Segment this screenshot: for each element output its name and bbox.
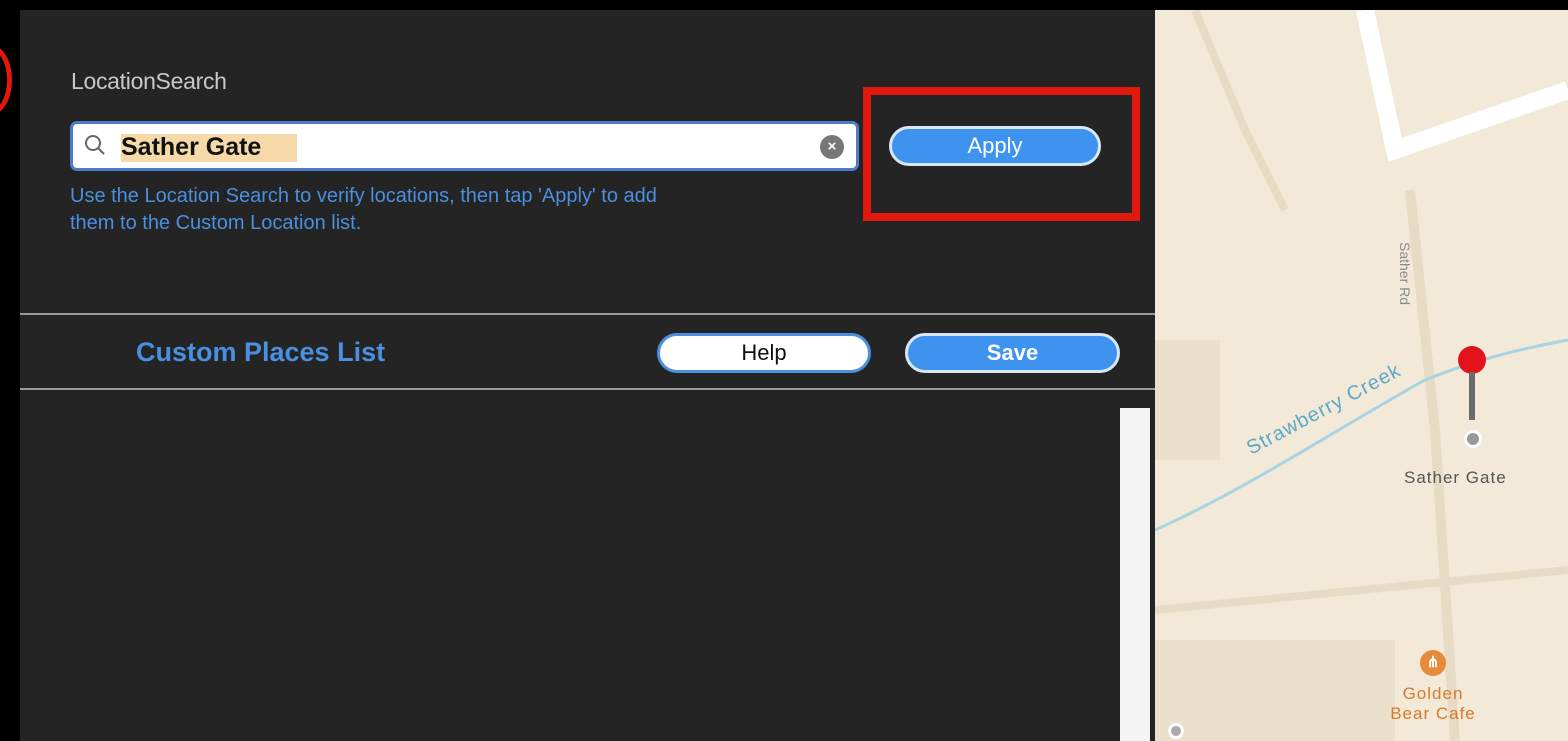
outer-frame [0, 0, 20, 741]
custom-places-title: Custom Places List [136, 337, 386, 367]
search-field[interactable]: × [70, 121, 859, 171]
landmark-label: Sather Gate [1404, 468, 1507, 487]
search-hint-line2: them to the Custom Location list. [70, 212, 362, 234]
settings-panel: LocationSearch × Use the Location Search… [20, 10, 1155, 741]
poi-dot-icon[interactable] [1168, 723, 1184, 739]
cafe-label: Golden Bear Cafe [1386, 684, 1480, 724]
street-label: Sather Rd [1397, 242, 1413, 306]
annotation-highlight-box [863, 87, 1140, 221]
custom-places-list[interactable] [20, 390, 1155, 741]
search-icon [85, 135, 105, 155]
divider-top [20, 313, 1155, 315]
map-pin-icon[interactable] [1458, 346, 1486, 374]
search-input[interactable] [121, 132, 771, 162]
location-search-label: LocationSearch [71, 68, 227, 94]
cafe-label-line1: Golden [1402, 684, 1464, 703]
landmark-dot-icon[interactable] [1464, 430, 1482, 448]
list-scroll-strip[interactable] [1120, 408, 1150, 741]
partial-annotation-arc [0, 45, 12, 115]
clear-icon[interactable]: × [820, 135, 844, 159]
fork-knife-icon[interactable]: ⋔ [1420, 650, 1446, 676]
cafe-label-line2: Bear Cafe [1390, 704, 1476, 723]
search-hint-line1: Use the Location Search to verify locati… [70, 185, 657, 207]
save-button[interactable]: Save [905, 333, 1120, 373]
search-hint: Use the Location Search to verify locati… [70, 183, 860, 237]
map-pin-stick [1469, 372, 1475, 420]
help-button[interactable]: Help [657, 333, 871, 373]
